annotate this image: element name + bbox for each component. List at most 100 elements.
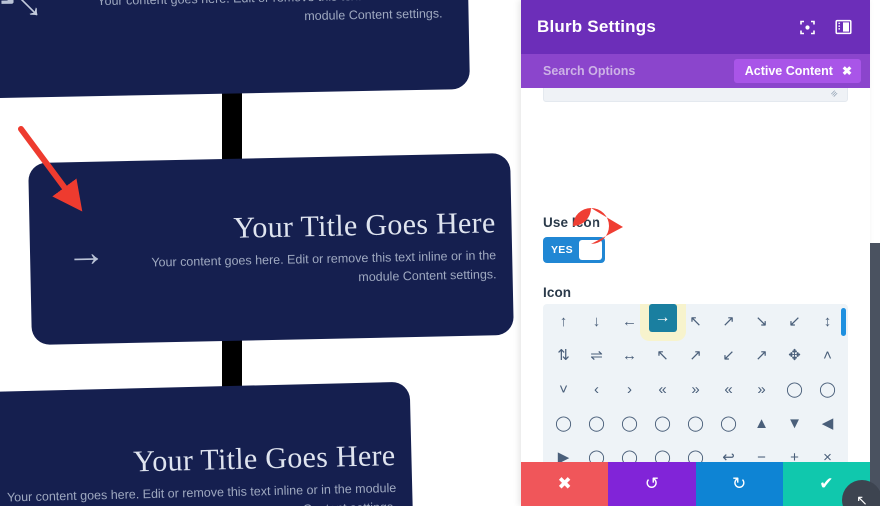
chevron-double-down-icon[interactable]: » xyxy=(679,372,712,406)
active-content-chip-label: Active Content xyxy=(744,64,833,78)
blurb-title-selected: Your Title Goes Here xyxy=(233,206,496,245)
arrow-return-icon[interactable]: ↩ xyxy=(712,440,745,463)
panel-title: Blurb Settings xyxy=(537,17,656,36)
chevron-down-thin-icon-glyph: ˅ xyxy=(559,380,568,398)
arrow-up-left-icon-glyph: ↖ xyxy=(689,312,702,330)
arrow-up-right-icon-glyph: ↗ xyxy=(722,312,735,330)
move-four-way-icon[interactable]: ✥ xyxy=(778,338,811,372)
plus-icon[interactable]: + xyxy=(778,440,811,463)
circle-chevron-up-icon[interactable]: ◯ xyxy=(778,372,811,406)
arrow-diagonal-down-icon[interactable]: ↖ xyxy=(646,338,679,372)
arrow-right-icon[interactable]: → xyxy=(648,304,677,332)
arrow-down-right-icon[interactable]: ↘ xyxy=(745,304,778,338)
circle-double-left-icon-glyph: ◯ xyxy=(687,414,704,432)
circle-triangle-down-icon[interactable]: ◯ xyxy=(613,440,646,463)
chevron-down-thin-icon[interactable]: ˅ xyxy=(547,372,580,406)
circle-double-up-icon[interactable]: ◯ xyxy=(613,406,646,440)
arrow-down-left-icon-glyph: ↙ xyxy=(788,312,801,330)
circle-chevron-left-icon[interactable]: ◯ xyxy=(547,406,580,440)
triangle-left-icon[interactable]: ◀ xyxy=(811,406,844,440)
close-icon[interactable]: ✖ xyxy=(842,64,852,78)
search-input[interactable] xyxy=(543,64,734,78)
undo-arrow-icon: ↺ xyxy=(644,474,659,493)
layout-panel-icon[interactable] xyxy=(832,16,854,38)
icon-picker-scrollbar[interactable] xyxy=(841,308,846,336)
chevron-up-thin-icon[interactable]: ˄ xyxy=(811,338,844,372)
close-x-icon[interactable]: × xyxy=(811,440,844,463)
chevron-double-up-icon[interactable]: « xyxy=(646,372,679,406)
minus-icon[interactable]: − xyxy=(745,440,778,463)
panel-search-bar: Active Content ✖ xyxy=(521,54,870,88)
icon-grid[interactable]: ↑ ↓ ← → ↖ ↗ ↘ ↙ ↕ ⇅ ⇌ ↔ ↖ ↗ ↙ ↗ ✥ ˄ ˅ ‹ › « » « » ◯ ◯ ◯ ◯ ◯ ◯ ◯ ◯ ▲ ▼ ◀ ▶ ◯ ◯ ◯… xyxy=(543,304,848,462)
chevron-right-icon[interactable]: › xyxy=(613,372,646,406)
page-preview-area[interactable]: ↘ Your Title Goes Here Your content goes… xyxy=(0,0,520,506)
chevron-double-right-icon[interactable]: » xyxy=(745,372,778,406)
undo-button[interactable]: ↺ xyxy=(608,462,696,506)
arrow-up-icon-glyph: ↑ xyxy=(559,312,568,330)
content-textarea[interactable]: ≡ xyxy=(543,88,848,102)
circle-double-down-icon[interactable]: ◯ xyxy=(646,406,679,440)
triangle-right-icon[interactable]: ▶ xyxy=(547,440,580,463)
arrow-down-left-icon[interactable]: ↙ xyxy=(778,304,811,338)
arrow-down-icon-glyph: ↓ xyxy=(592,312,601,330)
arrow-swap-horizontal-icon-glyph: ⇌ xyxy=(590,346,603,364)
blurb-card-bottom[interactable]: ← Your Title Goes Here Your content goes… xyxy=(0,381,415,506)
arrow-up-down-offset-icon[interactable]: ⇅ xyxy=(547,338,580,372)
move-four-way-icon-glyph: ✥ xyxy=(788,346,801,364)
triangle-up-icon[interactable]: ▲ xyxy=(745,406,778,440)
circle-chevron-right-icon-glyph: ◯ xyxy=(588,414,605,432)
plus-icon-glyph: + xyxy=(790,448,799,463)
minus-icon-glyph: − xyxy=(757,448,766,463)
arrow-up-down-icon[interactable]: ↕ xyxy=(811,304,844,338)
icon-picker[interactable]: ↑ ↓ ← → ↖ ↗ ↘ ↙ ↕ ⇅ ⇌ ↔ ↖ ↗ ↙ ↗ ✥ ˄ ˅ ‹ › « » « » ◯ ◯ ◯ ◯ ◯ ◯ ◯ ◯ ▲ ▼ ◀ ▶ ◯ ◯ ◯… xyxy=(543,304,848,462)
active-content-filter-chip[interactable]: Active Content ✖ xyxy=(733,59,861,83)
arrow-up-right-icon[interactable]: ↗ xyxy=(712,304,745,338)
circle-chevron-up-icon-glyph: ◯ xyxy=(786,380,803,398)
arrow-left-right-icon[interactable]: ↔ xyxy=(613,338,646,372)
right-edge-scroll-bar[interactable] xyxy=(870,243,880,506)
focus-target-icon[interactable] xyxy=(796,16,818,38)
chevron-left-icon[interactable]: ‹ xyxy=(580,372,613,406)
redo-arrow-icon: ↻ xyxy=(732,474,747,493)
chevron-double-left-icon-glyph: « xyxy=(724,380,733,398)
triangle-down-icon[interactable]: ▼ xyxy=(778,406,811,440)
arrow-down-icon[interactable]: ↓ xyxy=(580,304,613,338)
chevron-left-icon-glyph: ‹ xyxy=(594,380,599,398)
blurb-card-top[interactable]: ↘ Your Title Goes Here Your content goes… xyxy=(0,0,470,99)
arrow-shrink-icon[interactable]: ↙ xyxy=(712,338,745,372)
arrow-diagonal-up-icon[interactable]: ↗ xyxy=(679,338,712,372)
circle-triangle-up-icon-glyph: ◯ xyxy=(588,448,605,463)
arrow-swap-horizontal-icon[interactable]: ⇌ xyxy=(580,338,613,372)
chevron-up-thin-icon-glyph: ˄ xyxy=(823,346,832,364)
close-x-icon-glyph: × xyxy=(823,448,832,463)
arrow-up-icon[interactable]: ↑ xyxy=(547,304,580,338)
arrow-up-down-icon-glyph: ↕ xyxy=(823,312,832,330)
circle-double-right-icon[interactable]: ◯ xyxy=(712,406,745,440)
arrow-expand-icon-glyph: ↗ xyxy=(755,346,768,364)
step-marker-1-label: 1 xyxy=(588,215,597,232)
circle-triangle-right-icon[interactable]: ◯ xyxy=(679,440,712,463)
step-marker-1 xyxy=(573,208,623,244)
checkmark-icon: ✔ xyxy=(819,474,834,493)
triangle-down-icon-glyph: ▼ xyxy=(787,414,802,432)
circle-double-left-icon[interactable]: ◯ xyxy=(679,406,712,440)
circle-triangle-down-icon-glyph: ◯ xyxy=(621,448,638,463)
redo-button[interactable]: ↻ xyxy=(695,462,783,506)
chevron-double-left-icon[interactable]: « xyxy=(712,372,745,406)
arrow-expand-icon[interactable]: ↗ xyxy=(745,338,778,372)
textarea-resize-grip[interactable]: ≡ xyxy=(829,88,847,101)
arrow-down-right-icon-glyph: ↘ xyxy=(755,312,768,330)
arrow-up-down-offset-icon-glyph: ⇅ xyxy=(557,346,570,364)
panel-header: Blurb Settings xyxy=(521,0,870,54)
arrow-up-left-icon[interactable]: ↖ xyxy=(679,304,712,338)
circle-chevron-down-icon[interactable]: ◯ xyxy=(811,372,844,406)
panel-footer: ✖ ↺ ↻ ✔ xyxy=(521,462,870,506)
chevron-double-up-icon-glyph: « xyxy=(658,380,667,398)
circle-triangle-up-icon[interactable]: ◯ xyxy=(580,440,613,463)
arrow-left-icon[interactable]: ← xyxy=(613,304,646,338)
circle-chevron-right-icon[interactable]: ◯ xyxy=(580,406,613,440)
blurb-settings-panel: Blurb Settings Active Cont xyxy=(521,0,880,506)
close-x-icon: ✖ xyxy=(557,474,572,493)
cancel-button[interactable]: ✖ xyxy=(521,462,609,506)
circle-triangle-left-icon[interactable]: ◯ xyxy=(646,440,679,463)
